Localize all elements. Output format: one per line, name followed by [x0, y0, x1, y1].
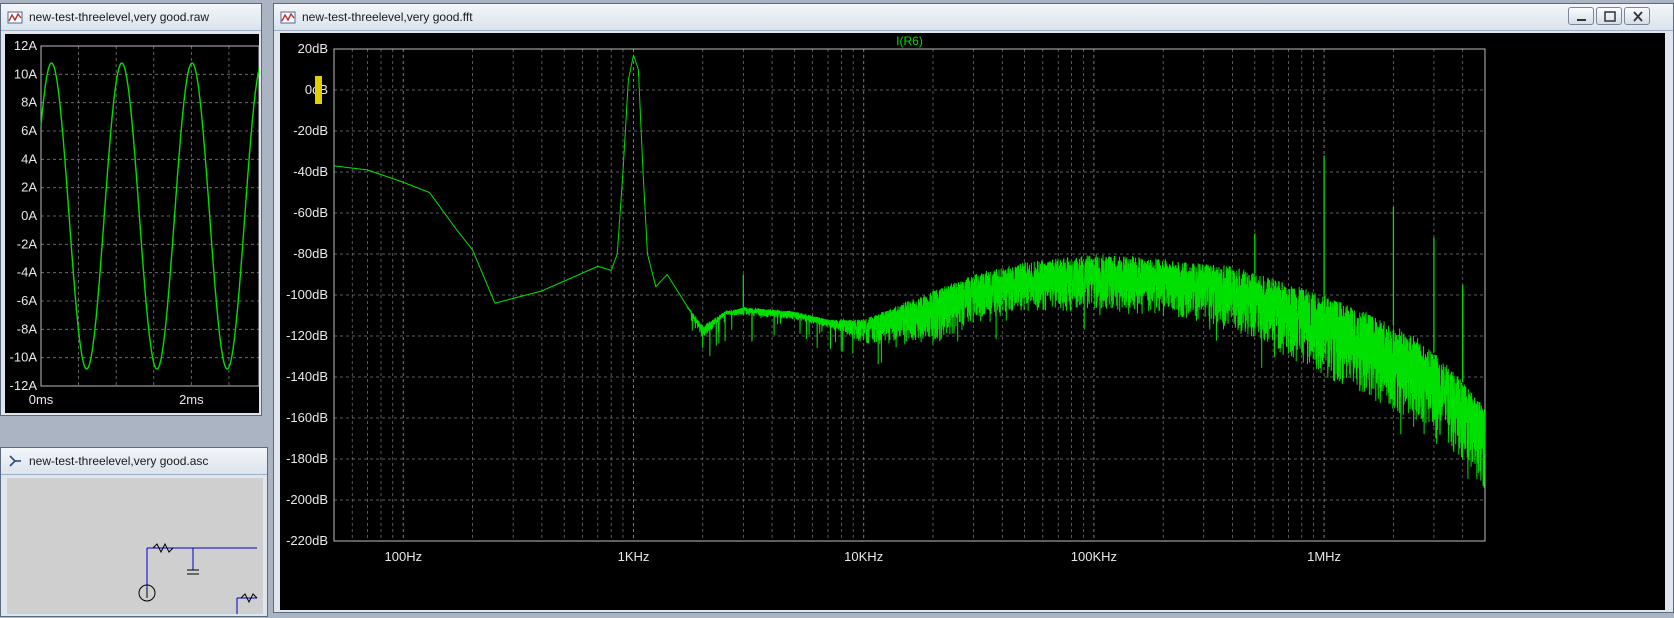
fft-y-tick-label: -200dB: [286, 492, 328, 507]
raw-window-titlebar[interactable]: new-test-threelevel,very good.raw: [1, 4, 261, 31]
raw-y-tick-label: -8A: [17, 321, 38, 336]
fft-y-tick-label: -120dB: [286, 328, 328, 343]
fft-x-tick-label: 1MHz: [1307, 549, 1341, 564]
schematic-window-title: new-test-threelevel,very good.asc: [29, 454, 209, 468]
fft-y-tick-label: -140dB: [286, 369, 328, 384]
raw-y-tick-label: 12A: [14, 38, 37, 53]
minimize-icon: [1577, 19, 1586, 21]
raw-y-tick-label: 0A: [21, 208, 37, 223]
raw-y-tick-label: 2A: [21, 180, 37, 195]
fft-y-tick-label: -40dB: [293, 164, 328, 179]
raw-plot-svg[interactable]: 12A 10A 8A 6A 4A 2A 0A -2A -4A -6A -8A -10A -12A0ms 2…: [5, 34, 260, 413]
close-button[interactable]: [1624, 7, 1650, 25]
fft-trace-label: I(R6): [896, 34, 923, 48]
waveform-window-icon: [280, 11, 296, 24]
raw-x-tick-label: 0ms: [29, 392, 54, 407]
raw-y-tick-label: 10A: [14, 66, 37, 81]
fft-x-tick-label: 100Hz: [385, 549, 423, 564]
fft-window-title: new-test-threelevel,very good.fft: [302, 10, 473, 24]
schematic-window[interactable]: new-test-threelevel,very good.asc: [0, 447, 268, 617]
fft-x-tick-label: 100KHz: [1071, 549, 1117, 564]
raw-y-tick-label: -12A: [10, 378, 38, 393]
fft-plot-svg[interactable]: 20dB0dB-20dB-40dB-60dB-80dB-100dB-120dB-…: [280, 33, 1665, 610]
raw-y-tick-label: -10A: [10, 350, 38, 365]
raw-y-tick-label: 6A: [21, 123, 37, 138]
fft-window-titlebar[interactable]: new-test-threelevel,very good.fft: [274, 4, 1673, 31]
fft-y-tick-label: -160dB: [286, 410, 328, 425]
capacitor-symbol[interactable]: [187, 569, 199, 575]
raw-plot-area[interactable]: 12A 10A 8A 6A 4A 2A 0A -2A -4A -6A -8A -10A -12A 0ms 2…: [5, 34, 260, 413]
fft-y-tick-label: 20dB: [298, 41, 328, 56]
waveform-window-icon: [7, 11, 23, 24]
raw-y-tick-label: -2A: [17, 236, 38, 251]
minimize-button[interactable]: [1568, 7, 1594, 25]
fft-y-tick-label: -80dB: [293, 246, 328, 261]
fft-y-tick-label: -60dB: [293, 205, 328, 220]
raw-x-tick-label: 2ms: [179, 392, 204, 407]
cursor-marker-icon: [315, 76, 322, 104]
schematic-window-titlebar[interactable]: new-test-threelevel,very good.asc: [1, 448, 267, 475]
schematic-drawing: [138, 542, 258, 614]
fft-x-tick-label: 10KHz: [844, 549, 883, 564]
raw-y-tick-label: 8A: [21, 95, 37, 110]
fft-y-tick-label: -100dB: [286, 287, 328, 302]
schematic-window-icon: [9, 455, 21, 467]
maximize-icon: [1604, 11, 1616, 22]
maximize-button[interactable]: [1596, 7, 1622, 25]
fft-plot-area[interactable]: 20dB0dB-20dB-40dB-60dB-80dB-100dB-120dB-…: [280, 33, 1665, 610]
fft-y-tick-label: -220dB: [286, 533, 328, 548]
raw-y-tick-label: 4A: [21, 151, 37, 166]
raw-window-title: new-test-threelevel,very good.raw: [29, 10, 210, 24]
fft-y-tick-label: -20dB: [293, 123, 328, 138]
fft-trace-line: [333, 55, 1486, 488]
raw-y-tick-label: -4A: [17, 265, 38, 280]
fft-window[interactable]: new-test-threelevel,very good.fft 20dB0d…: [273, 3, 1674, 613]
fft-y-tick-label: -180dB: [286, 451, 328, 466]
close-icon: [1633, 11, 1643, 22]
raw-waveform-window[interactable]: new-test-threelevel,very good.raw 12A 10A…: [0, 3, 262, 416]
schematic-canvas[interactable]: [7, 478, 263, 614]
raw-y-tick-label: -6A: [17, 293, 38, 308]
fft-x-tick-label: 1KHz: [618, 549, 650, 564]
